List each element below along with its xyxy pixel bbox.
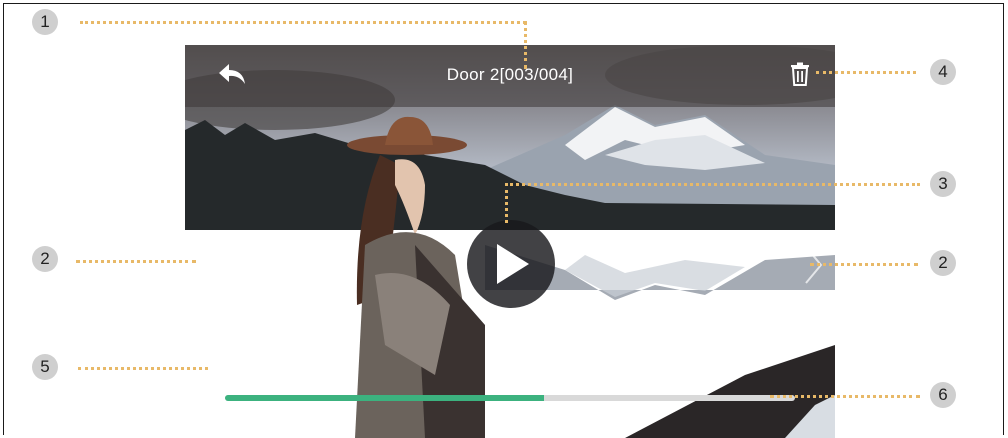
progress-fill bbox=[225, 395, 545, 401]
callout-3: 3 bbox=[930, 171, 956, 197]
progress-bar[interactable] bbox=[225, 395, 795, 401]
play-icon bbox=[497, 244, 529, 284]
callout-line-3-drop bbox=[505, 183, 508, 223]
callout-line-5 bbox=[78, 367, 208, 370]
page-title: Door 2[003/004] bbox=[446, 65, 574, 84]
callout-line-1-drop bbox=[524, 21, 527, 69]
record-timestamp: 2022-03-12 15:34:12 bbox=[209, 360, 330, 375]
play-button[interactable] bbox=[467, 220, 555, 308]
delete-button[interactable] bbox=[787, 60, 813, 88]
callout-2-right: 2 bbox=[930, 250, 956, 276]
callout-line-3 bbox=[505, 183, 920, 186]
callout-line-2-right bbox=[810, 263, 918, 266]
trash-icon bbox=[791, 62, 809, 86]
callout-1: 1 bbox=[32, 9, 58, 35]
callout-line-4 bbox=[816, 71, 916, 74]
callout-line-1 bbox=[80, 21, 526, 24]
callout-5: 5 bbox=[32, 354, 58, 380]
callout-4: 4 bbox=[930, 59, 956, 85]
chevron-left-icon bbox=[197, 246, 215, 284]
previous-record-button[interactable] bbox=[191, 243, 221, 287]
callout-2-left: 2 bbox=[32, 246, 58, 272]
callout-line-6 bbox=[770, 395, 920, 398]
callout-line-2-left bbox=[76, 260, 196, 263]
playback-top-bar: Door 2[003/004] bbox=[185, 45, 835, 107]
callout-6: 6 bbox=[930, 382, 956, 408]
playback-screen: Door 2[003/004] 2022-03-12 15:34:12 bbox=[185, 45, 835, 438]
